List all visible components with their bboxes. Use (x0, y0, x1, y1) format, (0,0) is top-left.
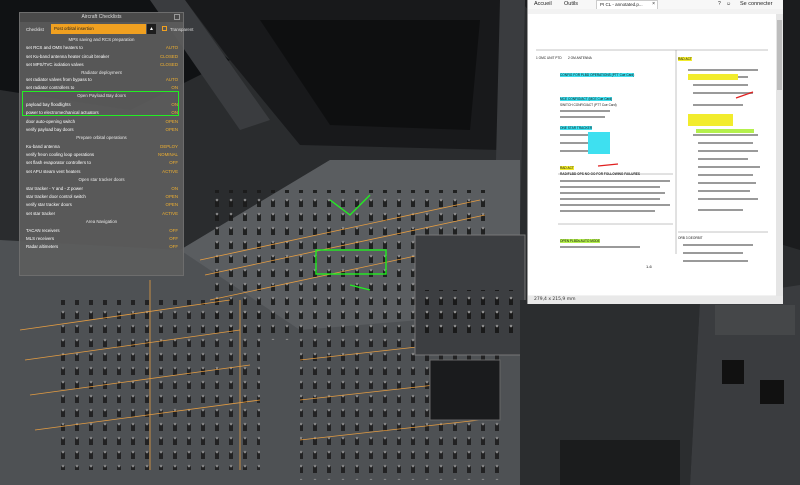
checklist-item[interactable]: door auto-opening switch OPEN (20, 118, 183, 126)
pdf-viewer-window: Accueil Outils PI CL - annotated.p... × … (527, 0, 783, 304)
checklist-item[interactable]: verify freon cooling loop operations NOMI… (20, 151, 183, 159)
document-body-graphics (536, 49, 768, 262)
checklist-item[interactable]: star tracker - Y and - Z power ON (20, 185, 183, 193)
checklist-item[interactable]: set Ku-band antenna heater circuit break… (20, 53, 183, 61)
checklist-item[interactable]: Radar altimeters OFF (20, 243, 183, 251)
close-icon[interactable] (174, 14, 180, 20)
chevron-up-icon[interactable]: ▲ (147, 24, 156, 34)
transparent-label: Transparent (170, 27, 194, 32)
section-header: MPS saving and RCS preparation (68, 37, 135, 42)
checklist-item[interactable]: set flash evaporator controllers to OFF (20, 159, 183, 167)
radiator-highlight-box (22, 91, 179, 116)
checklist-window: Aircraft Checklists Checklist Post orbit… (19, 12, 194, 276)
checklist-item[interactable]: set APU steam vent heaters ACTIVE (20, 168, 183, 176)
checklist-item[interactable]: verify payload bay doors OPEN (20, 126, 183, 134)
checklist-item[interactable]: set RCS and OMS heaters to AUTO (20, 44, 183, 52)
transparent-checkbox[interactable] (162, 26, 167, 31)
scrollbar-thumb[interactable] (777, 20, 782, 90)
checklist-item[interactable]: set MPS/TVC isolation valves CLOSED (20, 61, 183, 69)
section-header: Area Navigation (85, 219, 118, 225)
pdf-page: 1 OMC UNIT PTD 2 OM ANTENNA CONFIG FOR P… (528, 14, 776, 295)
checklist-item[interactable]: MLS receivers OFF (20, 235, 183, 243)
checklist-label: Checklist (26, 27, 44, 32)
checklist-item[interactable]: set radiator valves from bypass to AUTO (20, 76, 183, 84)
menu-item-outils[interactable]: Outils (564, 1, 578, 7)
close-icon[interactable]: × (652, 1, 655, 7)
user-icon[interactable]: ☺ (726, 1, 731, 7)
checklist-window-title: Aircraft Checklists (81, 14, 122, 20)
checklist-select[interactable]: Post orbital insertion (51, 24, 146, 34)
checklist-item[interactable]: TACAN receivers OFF (20, 227, 183, 235)
section-header: Prepare orbital operations (76, 135, 127, 141)
vertical-scrollbar[interactable] (776, 14, 783, 296)
tab-document-title: PI CL - annotated.p... (600, 2, 643, 7)
help-icon[interactable]: ? (718, 1, 721, 7)
checklist-item[interactable]: Ku-band antenna DEPLOY (20, 143, 183, 151)
tab-document[interactable]: PI CL - annotated.p... × (596, 0, 658, 9)
checklist-item[interactable]: verify star tracker doors OPEN (20, 201, 183, 209)
checklist-item[interactable]: set star tracker ACTIVE (20, 210, 183, 218)
page-number: 1-6 (646, 264, 652, 269)
checklist-window-titlebar[interactable]: Aircraft Checklists (20, 13, 183, 22)
sign-in-link[interactable]: Se connecter (740, 1, 772, 7)
status-bar: 279,4 x 215,9 mm (528, 296, 783, 304)
menu-bar: Accueil Outils PI CL - annotated.p... × … (528, 0, 783, 9)
page-size-label: 279,4 x 215,9 mm (534, 297, 576, 302)
section-header: Open star tracker doors (78, 177, 125, 183)
checklist-item[interactable]: star tracker door control switch OPEN (20, 193, 183, 201)
menu-item-accueil[interactable]: Accueil (534, 1, 552, 7)
